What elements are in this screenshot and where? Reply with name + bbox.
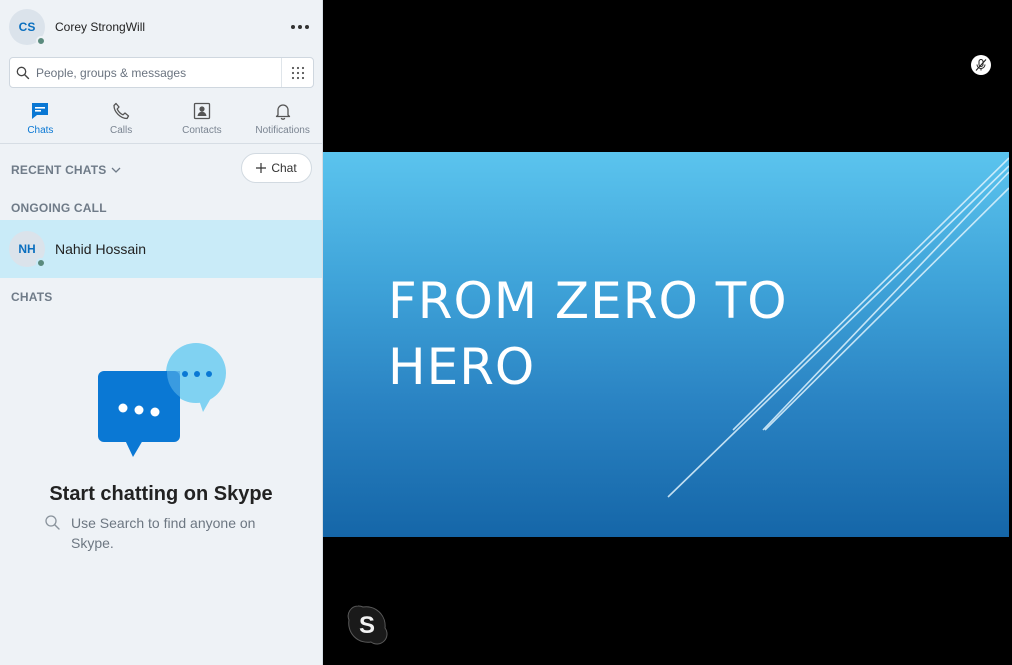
profile-initials: CS bbox=[18, 19, 36, 34]
more-options-button[interactable] bbox=[287, 16, 313, 38]
tab-calls[interactable]: Calls bbox=[81, 96, 162, 143]
profile-name[interactable]: Corey StrongWill bbox=[55, 20, 287, 34]
empty-state-hint-text: Use Search to find anyone on Skype. bbox=[71, 515, 256, 551]
call-stage: FROM ZERO TO HERO S bbox=[323, 0, 1012, 665]
plus-icon bbox=[256, 163, 267, 173]
profile-avatar[interactable]: CS bbox=[9, 8, 46, 46]
sidebar: CS Corey StrongWill People, groups & mes… bbox=[0, 0, 323, 665]
phone-icon bbox=[113, 102, 130, 120]
recent-chats-toggle[interactable]: RECENT CHATS bbox=[11, 163, 121, 177]
tab-notifications[interactable]: Notifications bbox=[242, 96, 323, 143]
empty-state-hint: Use Search to find anyone on Skype. bbox=[44, 513, 294, 553]
contact-initials: NH bbox=[18, 242, 36, 256]
svg-text:S: S bbox=[359, 612, 375, 639]
muted-mic-indicator bbox=[971, 55, 991, 75]
empty-state-title: Start chatting on Skype bbox=[49, 483, 273, 505]
search-icon bbox=[10, 66, 36, 80]
tab-label: Calls bbox=[110, 125, 133, 136]
mic-off-icon bbox=[975, 59, 987, 71]
slide-title-line: FROM ZERO TO bbox=[388, 272, 788, 330]
dot-icon bbox=[298, 24, 302, 29]
presence-dot bbox=[36, 35, 46, 46]
search-icon bbox=[45, 515, 60, 530]
dialpad-button[interactable] bbox=[281, 58, 313, 87]
slide-title: FROM ZERO TO HERO bbox=[388, 268, 788, 400]
skype-window: CS Corey StrongWill People, groups & mes… bbox=[0, 0, 1012, 665]
presence-dot bbox=[36, 258, 46, 268]
contact-avatar: NH bbox=[9, 231, 46, 268]
slide-title-line: HERO bbox=[388, 338, 536, 396]
ongoing-call-heading: ONGOING CALL bbox=[11, 201, 107, 215]
chats-heading: CHATS bbox=[11, 290, 53, 304]
tab-chats[interactable]: Chats bbox=[0, 96, 81, 143]
ongoing-call-item[interactable]: NH Nahid Hossain bbox=[0, 220, 322, 278]
tab-label: Chats bbox=[27, 125, 54, 136]
tab-contacts[interactable]: Contacts bbox=[162, 96, 243, 143]
chat-icon bbox=[32, 103, 49, 119]
dot-icon bbox=[291, 24, 295, 29]
new-chat-label: Chat bbox=[271, 161, 297, 175]
dialpad-icon bbox=[291, 66, 304, 79]
screen-share-view[interactable]: FROM ZERO TO HERO bbox=[323, 152, 1009, 537]
recent-chats-label: RECENT CHATS bbox=[11, 163, 107, 177]
dot-icon bbox=[305, 24, 309, 29]
search-input[interactable] bbox=[36, 58, 281, 87]
skype-logo-icon[interactable]: S bbox=[345, 602, 389, 646]
tab-label: Contacts bbox=[182, 125, 222, 136]
tab-label: Notifications bbox=[255, 125, 310, 136]
chevron-down-icon bbox=[111, 167, 120, 173]
main-tabs: Chats Calls Contacts Notifications bbox=[0, 96, 323, 144]
bell-icon bbox=[275, 104, 290, 120]
chat-bubbles-illustration bbox=[98, 343, 226, 457]
contacts-icon bbox=[193, 102, 211, 120]
search-box bbox=[9, 57, 314, 88]
profile-row: CS Corey StrongWill bbox=[0, 0, 322, 53]
new-chat-button[interactable]: Chat bbox=[241, 153, 312, 183]
contact-name: Nahid Hossain bbox=[55, 241, 147, 257]
